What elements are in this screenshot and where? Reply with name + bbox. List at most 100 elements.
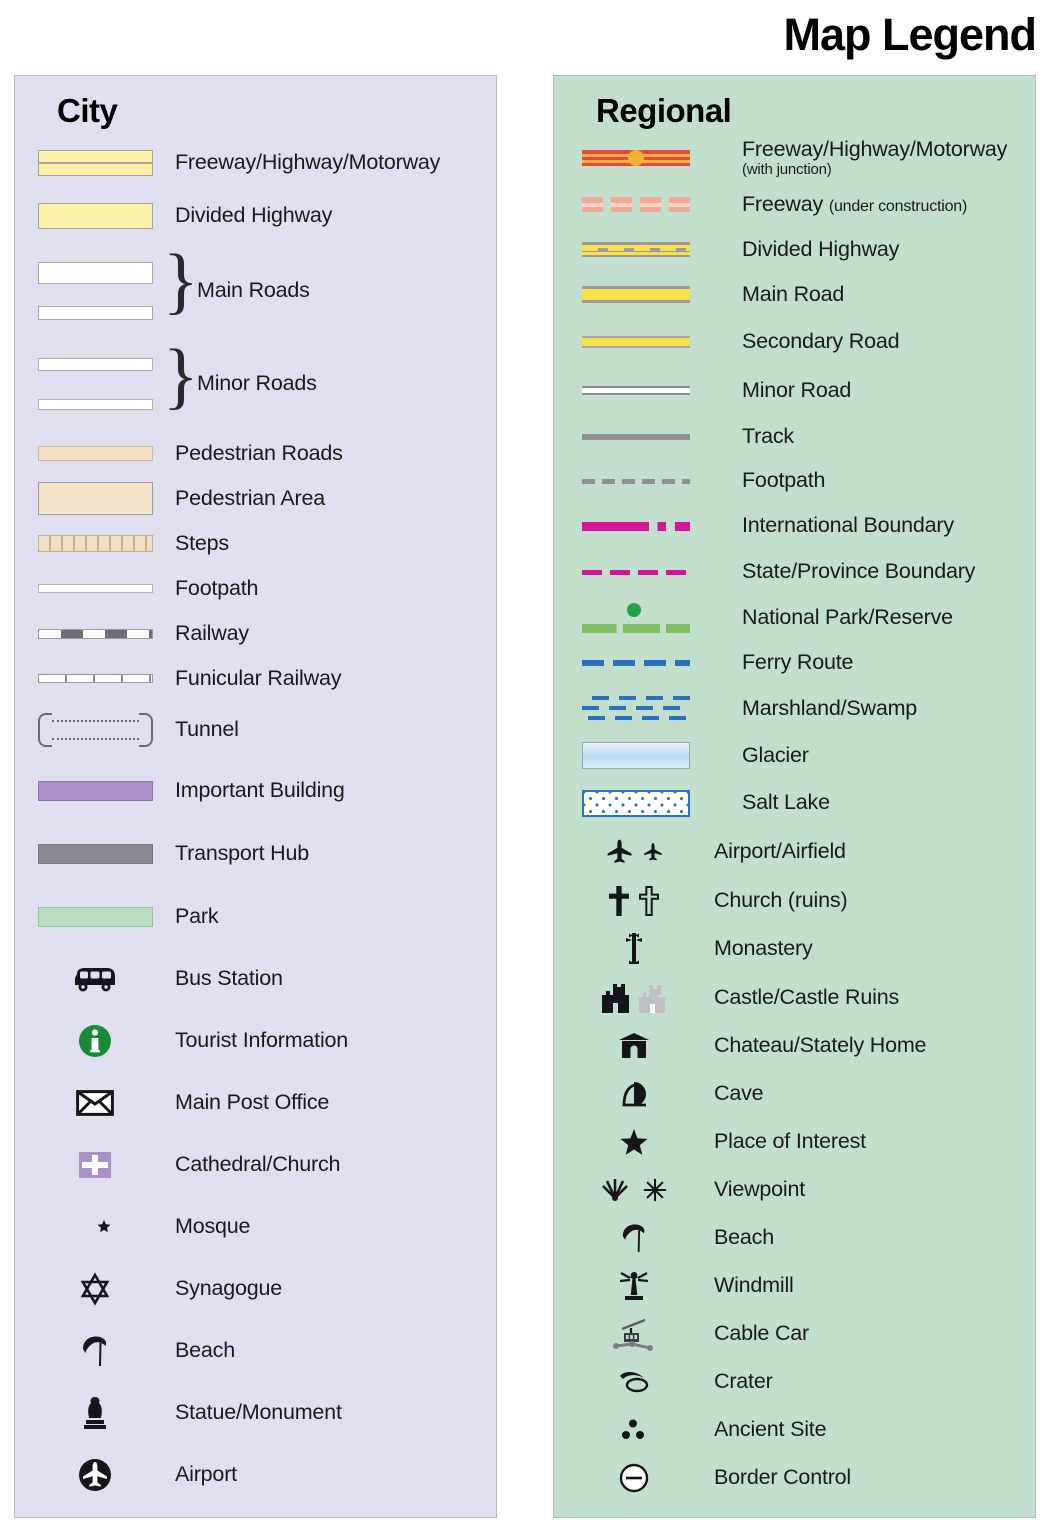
legend-label: Church (ruins) (714, 887, 848, 912)
legend-row-city-airport: Airport (15, 1444, 496, 1506)
castle-ruins-icon (639, 984, 665, 1013)
beach-umbrella-icon (15, 1334, 175, 1368)
legend-label: Transport Hub (175, 840, 310, 865)
legend-label: Park (175, 903, 219, 928)
legend-label: Crater (714, 1369, 773, 1394)
footpath-bar-icon (15, 584, 175, 593)
legend-row-city-steps: Steps (15, 521, 496, 566)
legend-label: Main Post Office (175, 1090, 330, 1115)
legend-label: Viewpoint (714, 1177, 806, 1202)
legend-label: Marshland/Swamp (742, 696, 918, 721)
legend-label-main: Freeway (742, 191, 829, 216)
cross-pair-icon (554, 885, 714, 916)
viewpoint-pair-icon (554, 1178, 714, 1202)
legend-row-city-minor-roads: } Minor Roads (15, 337, 496, 431)
legend-row-regional-minor-road: Minor Road (554, 366, 1035, 415)
legend-row-city-tunnel: Tunnel (15, 701, 496, 759)
legend-row-city-footpath: Footpath (15, 566, 496, 611)
bus-icon (15, 964, 175, 994)
airplane-large-icon (607, 839, 631, 863)
legend-label: Minor Roads (197, 371, 317, 396)
marshland-pattern-icon (554, 694, 742, 724)
salt-lake-swatch-icon (554, 789, 742, 817)
main-road-line-icon (554, 286, 742, 303)
regional-legend-panel: Regional Freeway/Highway/Motorway (with … (553, 75, 1036, 1518)
crater-icon (554, 1370, 714, 1394)
legend-row-regional-main-road: Main Road (554, 272, 1035, 317)
legend-row-city-transport-hub: Transport Hub (15, 822, 496, 885)
city-heading: City (57, 92, 118, 129)
legend-label: Place of Interest (714, 1129, 866, 1154)
footpath-dashed-line-icon (554, 478, 742, 484)
legend-row-regional-ancient-site: Ancient Site (554, 1406, 1035, 1454)
legend-row-city-mosque: Mosque (15, 1196, 496, 1258)
castle-filled-icon (602, 983, 629, 1013)
legend-row-regional-state-boundary: State/Province Boundary (554, 549, 1035, 595)
legend-row-city-freeway: Freeway/Highway/Motorway (15, 138, 496, 187)
beach-umbrella-icon (554, 1222, 714, 1254)
legend-label: Mosque (175, 1214, 251, 1239)
legend-row-city-cathedral: Cathedral/Church (15, 1134, 496, 1196)
legend-row-city-beach: Beach (15, 1320, 496, 1382)
legend-label: International Boundary (742, 513, 954, 538)
park-bar-icon (15, 906, 175, 927)
regional-heading: Regional (596, 92, 732, 129)
legend-label: Cave (714, 1081, 764, 1106)
legend-label: Salt Lake (742, 790, 830, 815)
legend-label: Synagogue (175, 1276, 282, 1301)
track-line-icon (554, 434, 742, 440)
legend-label: Airport/Airfield (714, 838, 846, 863)
legend-row-regional-divided-highway: Divided Highway (554, 227, 1035, 272)
legend-label: Beach (175, 1338, 235, 1363)
city-legend-list: Freeway/Highway/Motorway Divided Highway… (15, 138, 496, 1506)
legend-label: Ancient Site (714, 1417, 827, 1442)
star-icon (554, 1128, 714, 1156)
legend-row-regional-place-of-interest: Place of Interest (554, 1118, 1035, 1166)
state-boundary-line-icon (554, 569, 742, 575)
freeway-bar-icon (15, 149, 175, 176)
legend-row-city-bus-station: Bus Station (15, 948, 496, 1010)
legend-label: Cable Car (714, 1321, 809, 1346)
funicular-railway-bar-icon (15, 674, 175, 683)
legend-label: Secondary Road (742, 328, 900, 353)
freeway-junction-line-icon (554, 150, 742, 166)
ferry-route-line-icon (554, 660, 742, 666)
legend-row-regional-marshland: Marshland/Swamp (554, 686, 1035, 732)
legend-row-city-railway: Railway (15, 611, 496, 656)
regional-legend-list: Freeway/Highway/Motorway (with junction)… (554, 134, 1035, 1502)
legend-label: Important Building (175, 777, 345, 802)
legend-row-city-synagogue: Synagogue (15, 1258, 496, 1320)
legend-row-regional-international-boundary: International Boundary (554, 503, 1035, 549)
legend-label-inline-sub: (under construction) (828, 197, 968, 215)
legend-label: Cathedral/Church (175, 1152, 341, 1177)
secondary-road-line-icon (554, 335, 742, 348)
legend-label: Divided Highway (175, 203, 333, 228)
statue-icon (15, 1396, 175, 1430)
legend-label: Castle/Castle Ruins (714, 984, 899, 1009)
legend-label: Pedestrian Area (175, 485, 325, 510)
legend-row-city-statue: Statue/Monument (15, 1382, 496, 1444)
international-boundary-line-icon (554, 521, 742, 531)
legend-label: National Park/Reserve (742, 604, 953, 629)
minor-road-line-icon (554, 386, 742, 395)
legend-row-regional-secondary-road: Secondary Road (554, 317, 1035, 366)
info-circle-icon (15, 1024, 175, 1058)
legend-row-regional-windmill: Windmill (554, 1262, 1035, 1310)
legend-row-regional-salt-lake: Salt Lake (554, 779, 1035, 827)
chateau-icon (554, 1033, 714, 1059)
legend-row-regional-church: Church (ruins) (554, 876, 1035, 925)
legend-label: State/Province Boundary (742, 559, 976, 584)
freeway-under-construction-line-icon (554, 197, 742, 212)
legend-label: Ferry Route (742, 650, 854, 675)
legend-row-regional-freeway: Freeway/Highway/Motorway (with junction) (554, 134, 1035, 182)
legend-row-regional-cave: Cave (554, 1070, 1035, 1118)
legend-row-regional-glacier: Glacier (554, 732, 1035, 779)
legend-row-regional-track: Track (554, 415, 1035, 459)
envelope-icon (15, 1090, 175, 1116)
legend-row-regional-castle: Castle/Castle Ruins (554, 973, 1035, 1022)
border-control-icon (554, 1463, 714, 1493)
legend-label: Freeway (under construction) (742, 191, 968, 216)
monastery-cross-icon (554, 933, 714, 965)
steps-bar-icon (15, 535, 175, 552)
legend-label: Windmill (714, 1273, 794, 1298)
